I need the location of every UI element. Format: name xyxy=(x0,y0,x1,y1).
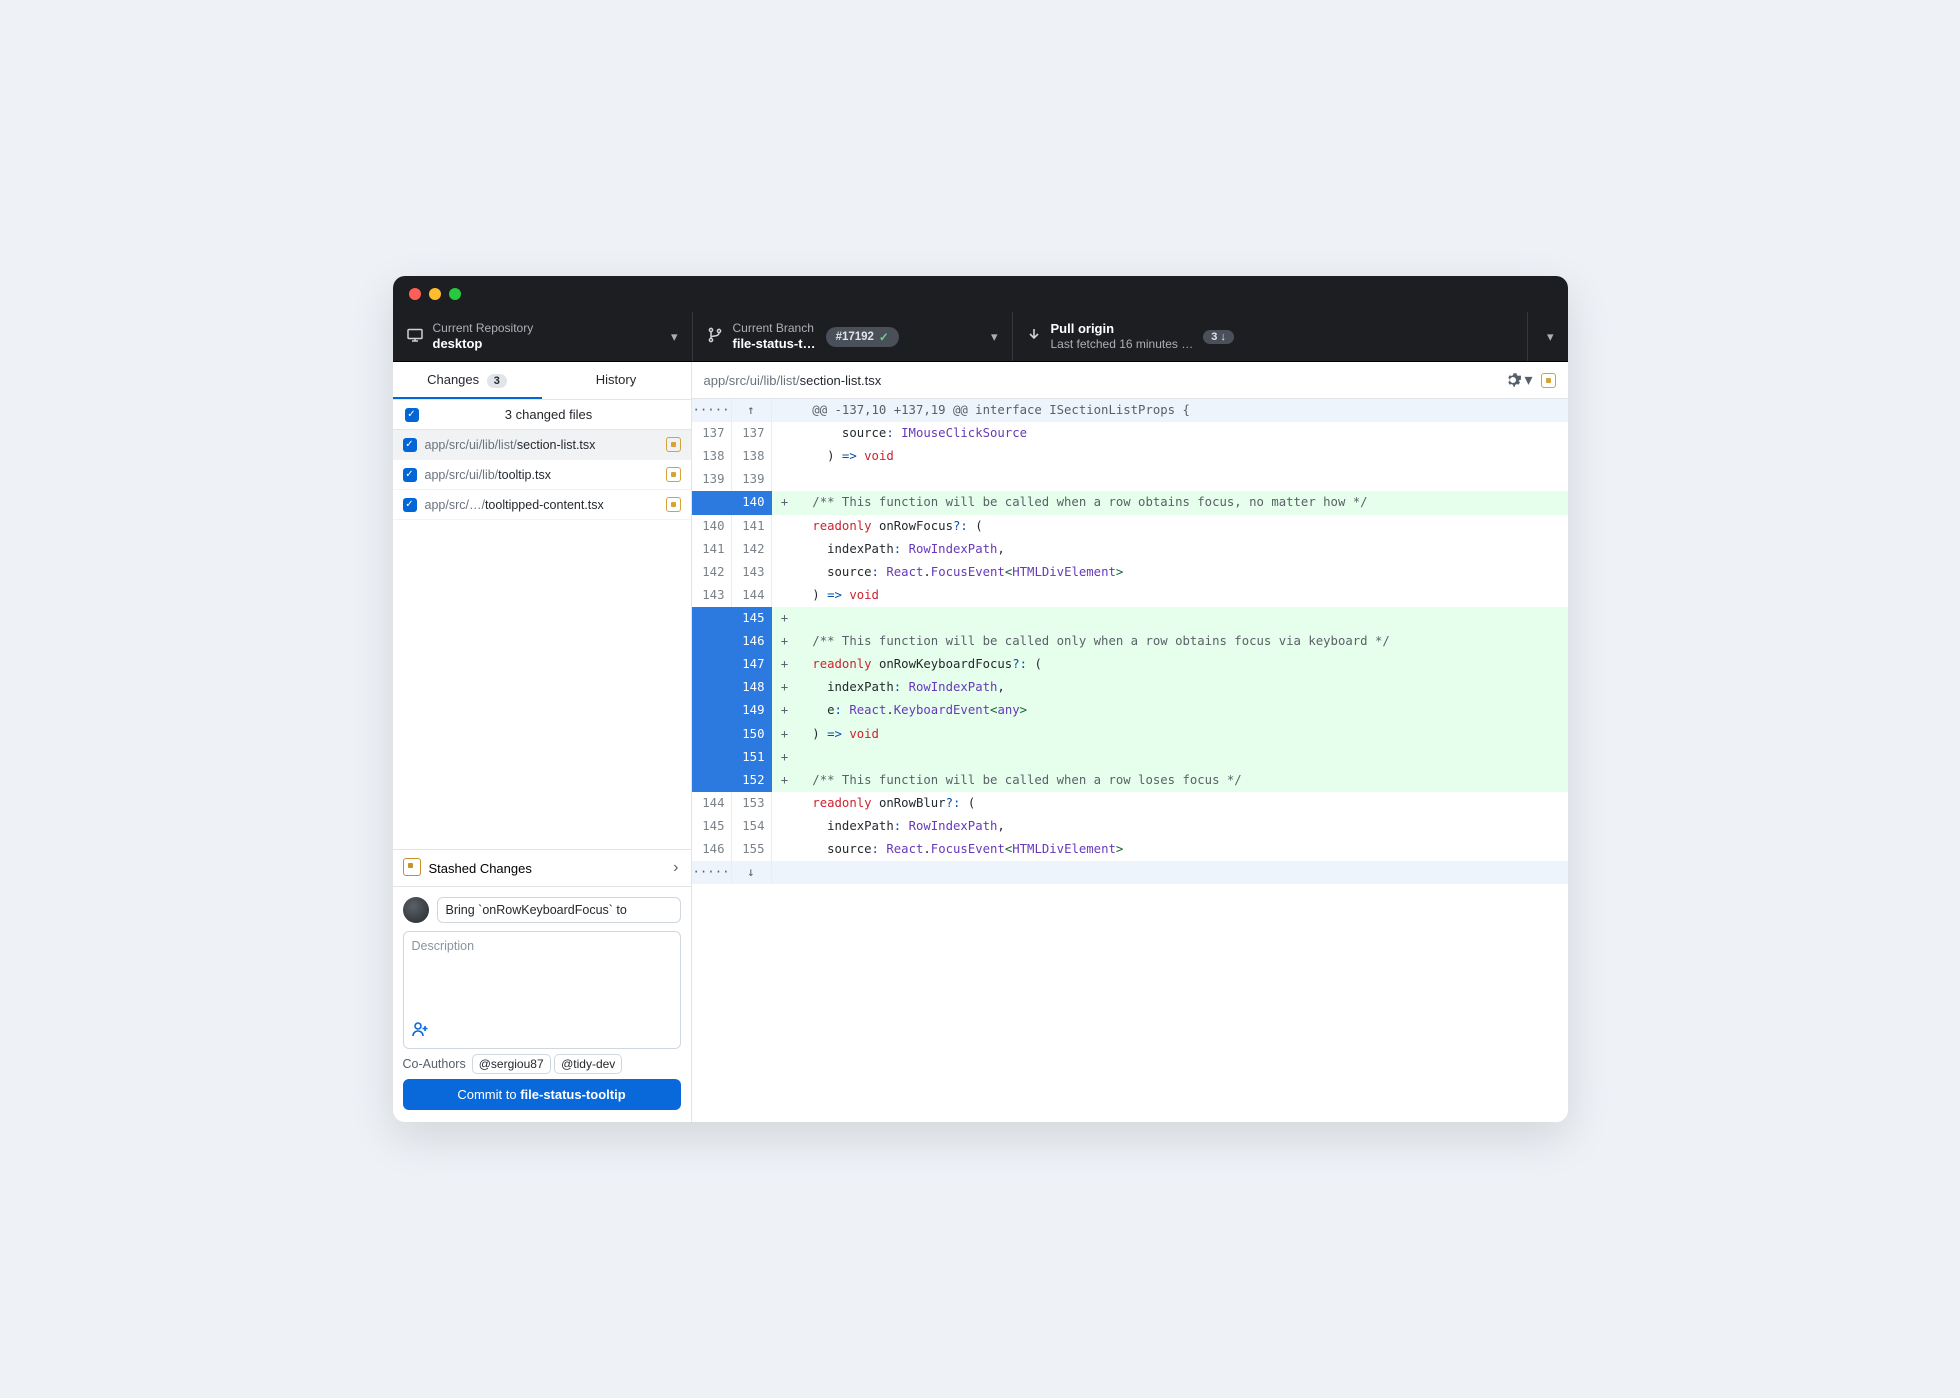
diff-line[interactable]: 146155 source: React.FocusEvent<HTMLDivE… xyxy=(692,838,1568,861)
diff-line[interactable]: 144153 readonly onRowBlur?: ( xyxy=(692,792,1568,815)
description-placeholder: Description xyxy=(412,939,672,953)
coauthors-row: Co-Authors @sergiou87 @tidy-dev xyxy=(403,1057,681,1071)
repo-dropdown[interactable]: Current Repository desktop ▾ xyxy=(393,312,693,361)
filepath-name: section-list.tsx xyxy=(800,373,882,388)
body: Changes 3 History ✓ 3 changed files ✓ app… xyxy=(393,362,1568,1122)
file-path: app/src/ui/lib/list/section-list.tsx xyxy=(425,438,658,452)
filepath: app/src/ui/lib/list/section-list.tsx xyxy=(704,373,1498,388)
diff-line[interactable]: 143144 ) => void xyxy=(692,584,1568,607)
diff-settings-button[interactable]: ▾ xyxy=(1505,370,1532,390)
diff-line[interactable]: 151+ xyxy=(692,746,1568,769)
avatar xyxy=(403,897,429,923)
files-header-label: 3 changed files xyxy=(419,407,679,422)
file-modified-icon xyxy=(666,497,681,512)
file-modified-icon xyxy=(666,467,681,482)
pull-count: 3↓ xyxy=(1203,330,1234,344)
hunk-header: ·····↑ @@ -137,10 +137,19 @@ interface I… xyxy=(692,399,1568,422)
file-checkbox[interactable]: ✓ xyxy=(403,498,417,512)
titlebar xyxy=(393,276,1568,312)
pr-badge: #17192 ✓ xyxy=(826,327,899,347)
file-checkbox[interactable]: ✓ xyxy=(403,438,417,452)
check-icon: ✓ xyxy=(879,330,889,344)
coauthor-tag[interactable]: @sergiou87 xyxy=(472,1054,551,1074)
add-coauthor-icon[interactable] xyxy=(412,1021,672,1042)
commit-button-prefix: Commit to xyxy=(457,1087,520,1102)
coauthor-tag[interactable]: @tidy-dev xyxy=(554,1054,622,1074)
diff-line[interactable]: 138138 ) => void xyxy=(692,445,1568,468)
description-input[interactable]: Description xyxy=(403,931,681,1049)
chevron-down-icon: ▾ xyxy=(671,329,678,345)
commit-form: Bring `onRowKeyboardFocus` to Descriptio… xyxy=(393,887,691,1122)
diff-line[interactable]: 149+ e: React.KeyboardEvent<any> xyxy=(692,699,1568,722)
diff-line[interactable]: 146+ /** This function will be called on… xyxy=(692,630,1568,653)
diff-line[interactable]: 140+ /** This function will be called wh… xyxy=(692,491,1568,514)
diff-line[interactable]: 150+ ) => void xyxy=(692,723,1568,746)
sidebar-tabs: Changes 3 History xyxy=(393,362,691,400)
diff-line[interactable]: 147+ readonly onRowKeyboardFocus?: ( xyxy=(692,653,1568,676)
file-path: app/src/…/tooltipped-content.tsx xyxy=(425,498,658,512)
close-icon[interactable] xyxy=(409,288,421,300)
select-all-checkbox[interactable]: ✓ xyxy=(405,408,419,422)
diff-line[interactable]: 145+ xyxy=(692,607,1568,630)
stash-icon xyxy=(405,860,421,876)
branch-dropdown[interactable]: Current Branch file-status-t… #17192 ✓ ▾ xyxy=(693,312,1013,361)
filepath-bar: app/src/ui/lib/list/section-list.tsx ▾ xyxy=(692,362,1568,399)
diff-line[interactable]: 152+ /** This function will be called wh… xyxy=(692,769,1568,792)
file-checkbox[interactable]: ✓ xyxy=(403,468,417,482)
tab-changes[interactable]: Changes 3 xyxy=(393,362,542,399)
repo-label: Current Repository xyxy=(433,321,534,336)
file-row[interactable]: ✓ app/src/ui/lib/tooltip.tsx xyxy=(393,460,691,490)
diff-line[interactable]: 139139 xyxy=(692,468,1568,491)
tab-history-label: History xyxy=(596,372,636,387)
chevron-down-icon: ▾ xyxy=(991,329,998,345)
files-header: ✓ 3 changed files xyxy=(393,400,691,430)
diff-line[interactable]: 141142 indexPath: RowIndexPath, xyxy=(692,538,1568,561)
diff-panel: app/src/ui/lib/list/section-list.tsx ▾ ·… xyxy=(692,362,1568,1122)
file-modified-icon xyxy=(1541,373,1556,388)
stashed-changes-row[interactable]: Stashed Changes › xyxy=(393,849,691,887)
maximize-icon[interactable] xyxy=(449,288,461,300)
diff-view[interactable]: ·····↑ @@ -137,10 +137,19 @@ interface I… xyxy=(692,399,1568,1122)
changes-count-badge: 3 xyxy=(487,374,507,388)
diff-line[interactable]: 137137 source: IMouseClickSource xyxy=(692,422,1568,445)
chevron-right-icon: › xyxy=(673,859,678,877)
coauthors-label: Co-Authors xyxy=(403,1057,466,1071)
sidebar: Changes 3 History ✓ 3 changed files ✓ app… xyxy=(393,362,692,1122)
pull-more-dropdown[interactable]: ▾ xyxy=(1528,312,1568,361)
desktop-icon xyxy=(407,327,423,346)
expand-down-button[interactable]: ·····↓ xyxy=(692,861,1568,884)
branch-label: Current Branch xyxy=(733,321,816,336)
branch-value: file-status-t… xyxy=(733,336,816,352)
pull-button[interactable]: Pull origin Last fetched 16 minutes … 3↓ xyxy=(1013,312,1528,361)
stashed-changes-label: Stashed Changes xyxy=(429,861,532,876)
repo-value: desktop xyxy=(433,336,534,352)
diff-line[interactable]: 142143 source: React.FocusEvent<HTMLDivE… xyxy=(692,561,1568,584)
app-window: Current Repository desktop ▾ Current Bra… xyxy=(393,276,1568,1122)
file-list: ✓ app/src/ui/lib/list/section-list.tsx ✓ ap… xyxy=(393,430,691,520)
tab-changes-label: Changes xyxy=(427,372,479,387)
chevron-down-icon: ▾ xyxy=(1524,370,1532,390)
file-row[interactable]: ✓ app/src/…/tooltipped-content.tsx xyxy=(393,490,691,520)
toolbar: Current Repository desktop ▾ Current Bra… xyxy=(393,312,1568,362)
download-icon xyxy=(1027,328,1041,345)
pull-sub: Last fetched 16 minutes … xyxy=(1051,337,1194,352)
summary-input[interactable]: Bring `onRowKeyboardFocus` to xyxy=(437,897,681,923)
pull-label: Pull origin xyxy=(1051,321,1194,337)
file-modified-icon xyxy=(666,437,681,452)
pr-number: #17192 xyxy=(836,331,874,343)
diff-line[interactable]: 140141 readonly onRowFocus?: ( xyxy=(692,515,1568,538)
diff-line[interactable]: 148+ indexPath: RowIndexPath, xyxy=(692,676,1568,699)
minimize-icon[interactable] xyxy=(429,288,441,300)
commit-button-branch: file-status-tooltip xyxy=(520,1087,625,1102)
chevron-down-icon: ▾ xyxy=(1547,329,1554,345)
file-path: app/src/ui/lib/tooltip.tsx xyxy=(425,468,658,482)
diff-line[interactable]: 145154 indexPath: RowIndexPath, xyxy=(692,815,1568,838)
branch-icon xyxy=(707,327,723,346)
commit-button[interactable]: Commit to file-status-tooltip xyxy=(403,1079,681,1110)
tab-history[interactable]: History xyxy=(542,362,691,399)
file-row[interactable]: ✓ app/src/ui/lib/list/section-list.tsx xyxy=(393,430,691,460)
filepath-dir: app/src/ui/lib/list/ xyxy=(704,373,800,388)
